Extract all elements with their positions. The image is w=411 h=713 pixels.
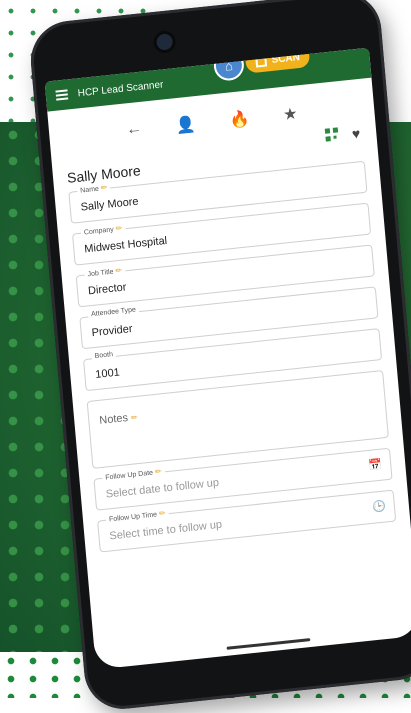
home-indicator[interactable] — [226, 638, 311, 650]
pencil-icon: ✏ — [115, 223, 123, 234]
follow-up-time-label: Follow Up Time ✏ — [105, 508, 169, 524]
pencil-icon: ✏ — [115, 265, 123, 276]
job-title-value: Director — [87, 281, 127, 298]
attendee-type-label: Attendee Type — [87, 306, 140, 319]
clock-icon[interactable]: 🕒 — [372, 499, 387, 513]
app-title: HCP Lead Scanner — [77, 78, 164, 99]
pencil-icon: ✏ — [100, 182, 108, 193]
lead-form: Name ✏ Sally Moore Company ✏ Midwest Hos… — [54, 153, 411, 570]
booth-label: Booth — [91, 350, 117, 361]
qr-code-icon[interactable] — [324, 127, 339, 142]
name-value: Sally Moore — [80, 195, 140, 214]
name-label: Name ✏ — [76, 182, 111, 195]
pencil-icon: ✏ — [154, 466, 162, 477]
job-title-label: Job Title ✏ — [84, 265, 126, 279]
follow-up-date-label: Follow Up Date ✏ — [101, 466, 165, 482]
fire-icon[interactable]: 🔥 — [229, 109, 251, 131]
person-icon[interactable]: 👤 — [175, 114, 197, 136]
app-screen: HCP Lead Scanner ⌂ SCAN ← 👤 🔥 ★ ♥ Sally … — [44, 47, 411, 670]
follow-up-date-placeholder: Select date to follow up — [105, 476, 220, 501]
follow-up-time-placeholder: Select time to follow up — [108, 518, 223, 543]
booth-value: 1001 — [94, 366, 121, 382]
pencil-icon: ✏ — [130, 412, 139, 423]
company-label: Company ✏ — [80, 223, 126, 237]
hamburger-icon[interactable] — [55, 89, 69, 101]
back-arrow-icon[interactable]: ← — [125, 120, 143, 142]
company-value: Midwest Hospital — [83, 234, 168, 256]
front-camera — [152, 29, 177, 55]
pencil-icon: ✏ — [158, 508, 166, 519]
star-icon[interactable]: ★ — [282, 104, 298, 125]
notes-placeholder: Notes ✏ — [98, 411, 139, 427]
attendee-type-value: Provider — [91, 322, 133, 340]
calendar-icon[interactable]: 📅 — [368, 458, 383, 472]
heart-icon[interactable]: ♥ — [351, 125, 361, 142]
phone-mockup: HCP Lead Scanner ⌂ SCAN ← 👤 🔥 ★ ♥ Sally … — [27, 0, 411, 713]
